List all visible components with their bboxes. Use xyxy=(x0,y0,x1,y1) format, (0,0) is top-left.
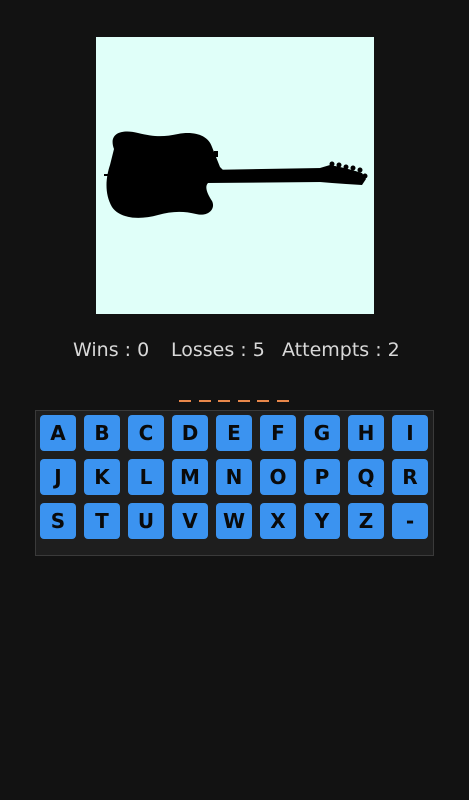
key-h[interactable]: H xyxy=(348,415,384,451)
letter-blank xyxy=(179,400,191,402)
key-j[interactable]: J xyxy=(40,459,76,495)
attempts-count: Attempts : 2 xyxy=(282,339,400,361)
hidden-word xyxy=(0,386,469,406)
key-r[interactable]: R xyxy=(392,459,428,495)
key-e[interactable]: E xyxy=(216,415,252,451)
picture-frame xyxy=(96,37,374,314)
letter-blank xyxy=(198,400,211,402)
key-dash[interactable]: - xyxy=(392,503,428,539)
losses-count: Losses : 5 xyxy=(171,339,265,361)
key-w[interactable]: W xyxy=(216,503,252,539)
key-q[interactable]: Q xyxy=(348,459,384,495)
key-x[interactable]: X xyxy=(260,503,296,539)
key-s[interactable]: S xyxy=(40,503,76,539)
key-c[interactable]: C xyxy=(128,415,164,451)
key-f[interactable]: F xyxy=(260,415,296,451)
key-i[interactable]: I xyxy=(392,415,428,451)
guitar-silhouette-icon xyxy=(104,131,368,218)
wins-count: Wins : 0 xyxy=(73,339,150,361)
key-n[interactable]: N xyxy=(216,459,252,495)
key-t[interactable]: T xyxy=(84,503,120,539)
letter-blank xyxy=(276,400,289,402)
key-v[interactable]: V xyxy=(172,503,208,539)
hangman-game: Wins : 0 Losses : 5 Attempts : 2 ABCDEFG… xyxy=(0,0,469,800)
key-z[interactable]: Z xyxy=(348,503,384,539)
key-k[interactable]: K xyxy=(84,459,120,495)
key-y[interactable]: Y xyxy=(304,503,340,539)
letter-keyboard: ABCDEFGHI JKLMNOPQR STUVWXYZ- xyxy=(35,410,434,556)
key-o[interactable]: O xyxy=(260,459,296,495)
key-d[interactable]: D xyxy=(172,415,208,451)
key-a[interactable]: A xyxy=(40,415,76,451)
key-l[interactable]: L xyxy=(128,459,164,495)
key-p[interactable]: P xyxy=(304,459,340,495)
key-g[interactable]: G xyxy=(304,415,340,451)
letter-blank xyxy=(257,400,269,402)
score-panel: Wins : 0 Losses : 5 Attempts : 2 xyxy=(0,339,469,367)
key-m[interactable]: M xyxy=(172,459,208,495)
letter-blank xyxy=(237,400,250,402)
letter-blank xyxy=(218,400,230,402)
key-u[interactable]: U xyxy=(128,503,164,539)
key-b[interactable]: B xyxy=(84,415,120,451)
